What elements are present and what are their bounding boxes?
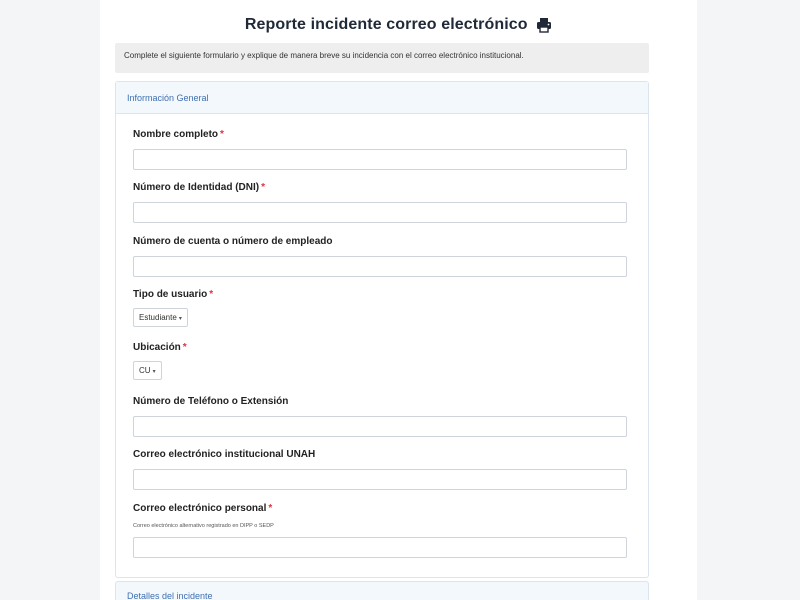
required-mark: * [220, 129, 224, 140]
form-page: Reporte incidente correo electrónico Com… [100, 0, 697, 600]
field-nombre: Nombre completo * [133, 128, 627, 170]
field-correo-personal: Correo electrónico personal * Correo elec… [133, 502, 627, 558]
required-mark: * [209, 289, 214, 300]
required-mark: * [261, 182, 266, 193]
field-dni: Número de Identidad (DNI) * [133, 181, 627, 223]
correo-personal-label: Correo electrónico personal [133, 503, 267, 514]
nombre-label: Nombre completo [133, 129, 219, 140]
correo-institucional-label: Correo electrónico institucional UNAH [133, 449, 316, 460]
intro-text: Complete el siguiente formulario y expli… [115, 43, 649, 73]
required-mark: * [268, 503, 273, 514]
field-ubicacion: Ubicación * CU ▾ [133, 341, 627, 380]
general-info-header[interactable]: Información General [116, 82, 648, 114]
nombre-input[interactable] [133, 149, 627, 170]
telefono-input[interactable] [133, 416, 627, 437]
field-cuenta: Número de cuenta o número de empleado [133, 235, 627, 277]
dni-label: Número de Identidad (DNI) [133, 182, 260, 193]
details-section-header[interactable]: Detalles del incidente [115, 581, 649, 600]
tipo-usuario-label: Tipo de usuario [133, 289, 208, 300]
tipo-usuario-value: Estudiante [139, 313, 177, 322]
correo-personal-input[interactable] [133, 537, 627, 558]
field-correo-institucional: Correo electrónico institucional UNAH [133, 448, 627, 490]
cuenta-label: Número de cuenta o número de empleado [133, 236, 333, 247]
required-mark: * [182, 342, 187, 353]
ubicacion-select[interactable]: CU ▾ [133, 361, 162, 380]
print-icon[interactable] [536, 17, 552, 33]
general-info-card: Información General Nombre completo * Núm… [115, 81, 649, 578]
field-tipo-usuario: Tipo de usuario * Estudiante ▾ [133, 288, 627, 327]
correo-personal-help: Correo electrónico alternativo registrad… [133, 523, 274, 529]
correo-institucional-input[interactable] [133, 469, 627, 490]
page-title-row: Reporte incidente correo electrónico [100, 14, 697, 36]
field-telefono: Número de Teléfono o Extensión [133, 395, 627, 437]
dni-input[interactable] [133, 202, 627, 223]
caret-down-icon: ▾ [178, 316, 182, 322]
ubicacion-label: Ubicación [133, 342, 181, 353]
ubicacion-value: CU [139, 366, 151, 375]
caret-down-icon: ▾ [152, 369, 156, 375]
page-title: Reporte incidente correo electrónico [244, 16, 528, 33]
telefono-label: Número de Teléfono o Extensión [133, 396, 289, 407]
tipo-usuario-select[interactable]: Estudiante ▾ [133, 308, 188, 327]
cuenta-input[interactable] [133, 256, 627, 277]
